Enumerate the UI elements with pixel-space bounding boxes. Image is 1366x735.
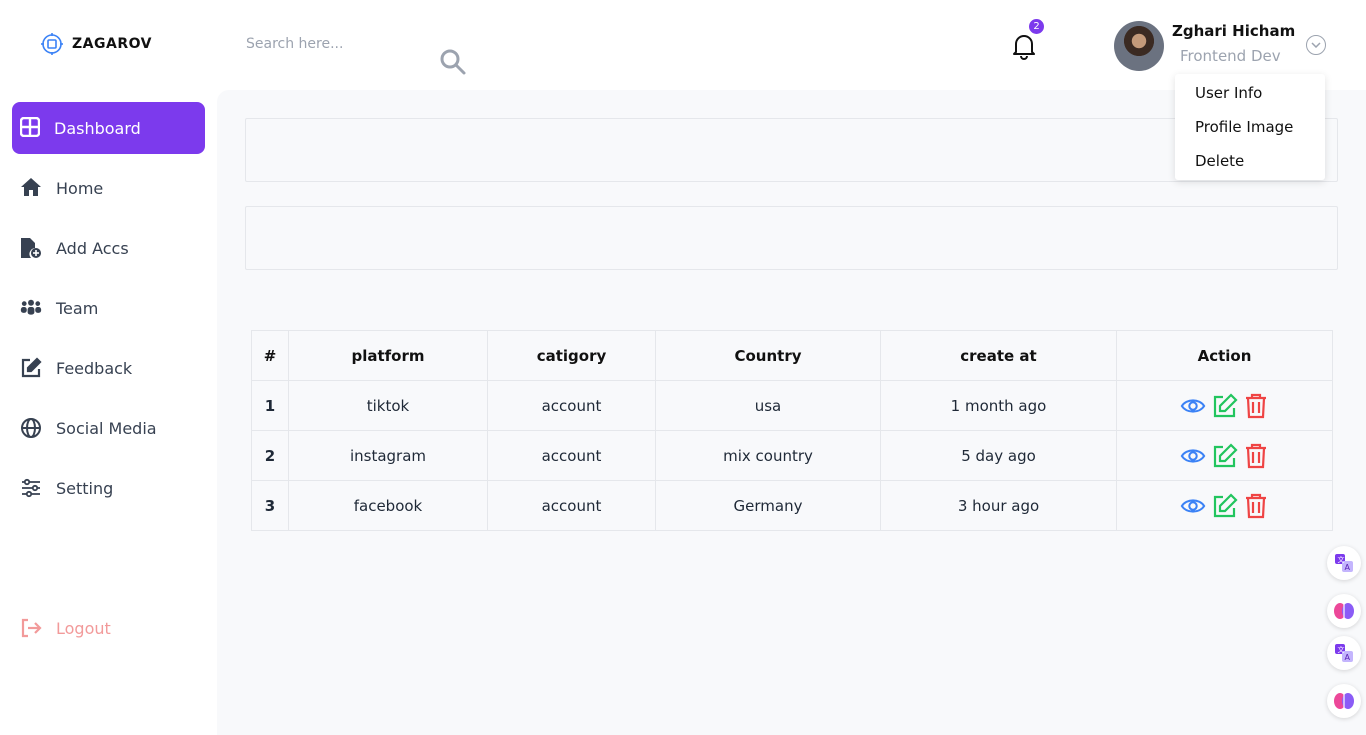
menu-item-delete[interactable]: Delete	[1175, 150, 1325, 184]
logout-button[interactable]: Logout	[12, 602, 205, 654]
eye-icon[interactable]	[1180, 393, 1206, 419]
cell-platform: facebook	[288, 480, 488, 531]
chip-icon	[40, 32, 64, 56]
main-content: # platform catigory Country create at Ac…	[217, 90, 1366, 735]
edit-icon[interactable]	[1212, 442, 1238, 469]
eye-icon[interactable]	[1180, 493, 1206, 519]
cell-created: 3 hour ago	[880, 480, 1117, 531]
sidebar-item-label: Dashboard	[54, 118, 141, 138]
svg-text:文: 文	[1338, 555, 1345, 564]
bell-icon[interactable]	[1011, 32, 1037, 60]
sidebar: Dashboard Home Add Accs Team Feedback So…	[0, 90, 217, 735]
column-header: platform	[288, 330, 488, 381]
sidebar-item-label: Setting	[56, 478, 114, 498]
file-plus-icon	[20, 237, 42, 259]
home-icon	[20, 177, 42, 199]
notification-badge: 2	[1029, 19, 1044, 34]
sidebar-item-setting[interactable]: Setting	[12, 462, 205, 514]
column-header: #	[251, 330, 289, 381]
cell-index: 3	[251, 480, 289, 531]
column-header: catigory	[487, 330, 656, 381]
table-row: 3 facebook account Germany 3 hour ago	[251, 480, 1333, 531]
users-icon	[20, 297, 42, 319]
top-bar: ZAGAROV 2 Zghari Hicham Frontend Dev	[0, 0, 1366, 90]
svg-text:A: A	[1345, 563, 1351, 572]
column-header: Action	[1116, 330, 1333, 381]
cell-actions	[1116, 480, 1333, 531]
chevron-down-icon[interactable]	[1306, 35, 1326, 55]
cell-actions	[1116, 430, 1333, 481]
menu-item-profile-image[interactable]: Profile Image	[1175, 116, 1325, 150]
sidebar-item-team[interactable]: Team	[12, 282, 205, 334]
table-row: 1 tiktok account usa 1 month ago	[251, 380, 1333, 431]
logout-icon	[20, 617, 42, 639]
cell-category: account	[487, 380, 656, 431]
brand-name: ZAGAROV	[72, 36, 152, 52]
cell-country: mix country	[655, 430, 881, 481]
cell-platform: instagram	[288, 430, 488, 481]
sidebar-item-label: Home	[56, 178, 104, 198]
cell-country: usa	[655, 380, 881, 431]
grid-icon	[20, 117, 42, 139]
brain-icon[interactable]	[1327, 594, 1361, 628]
svg-text:A: A	[1345, 653, 1351, 662]
sidebar-item-home[interactable]: Home	[12, 162, 205, 214]
menu-item-user-info[interactable]: User Info	[1175, 82, 1325, 116]
user-name: Zghari Hicham	[1172, 22, 1296, 40]
summary-panel	[245, 206, 1338, 270]
cell-created: 1 month ago	[880, 380, 1117, 431]
cell-country: Germany	[655, 480, 881, 531]
column-header: Country	[655, 330, 881, 381]
sidebar-item-label: Feedback	[56, 358, 133, 378]
cell-actions	[1116, 380, 1333, 431]
logout-label: Logout	[56, 618, 111, 638]
column-header: create at	[880, 330, 1117, 381]
edit-icon[interactable]	[1212, 392, 1238, 419]
search-input[interactable]	[246, 30, 446, 58]
sidebar-item-dashboard[interactable]: Dashboard	[12, 102, 205, 154]
translate-icon[interactable]: 文A	[1327, 636, 1361, 670]
trash-icon[interactable]	[1244, 443, 1270, 469]
edit-icon[interactable]	[1212, 492, 1238, 519]
trash-icon[interactable]	[1244, 393, 1270, 419]
globe-icon	[20, 417, 42, 439]
brain-icon[interactable]	[1327, 684, 1361, 718]
translate-icon[interactable]: 文A	[1327, 546, 1361, 580]
sidebar-item-social-media[interactable]: Social Media	[12, 402, 205, 454]
cell-created: 5 day ago	[880, 430, 1117, 481]
trash-icon[interactable]	[1244, 493, 1270, 519]
table-row: 2 instagram account mix country 5 day ag…	[251, 430, 1333, 481]
accounts-table: # platform catigory Country create at Ac…	[251, 330, 1333, 531]
search-icon[interactable]	[439, 48, 467, 76]
edit-icon	[20, 357, 42, 379]
avatar[interactable]	[1114, 21, 1164, 71]
sidebar-item-add-accs[interactable]: Add Accs	[12, 222, 205, 274]
brand-logo[interactable]: ZAGAROV	[40, 32, 152, 56]
sliders-icon	[20, 477, 42, 499]
sidebar-item-label: Team	[56, 298, 99, 318]
eye-icon[interactable]	[1180, 443, 1206, 469]
user-menu: User Info Profile Image Delete	[1175, 74, 1325, 180]
svg-text:文: 文	[1338, 645, 1345, 654]
sidebar-item-label: Add Accs	[56, 238, 129, 258]
sidebar-item-feedback[interactable]: Feedback	[12, 342, 205, 394]
table-header-row: # platform catigory Country create at Ac…	[251, 330, 1333, 381]
user-role: Frontend Dev	[1180, 47, 1281, 65]
sidebar-item-label: Social Media	[56, 418, 157, 438]
cell-index: 1	[251, 380, 289, 431]
cell-category: account	[487, 480, 656, 531]
cell-platform: tiktok	[288, 380, 488, 431]
cell-index: 2	[251, 430, 289, 481]
cell-category: account	[487, 430, 656, 481]
